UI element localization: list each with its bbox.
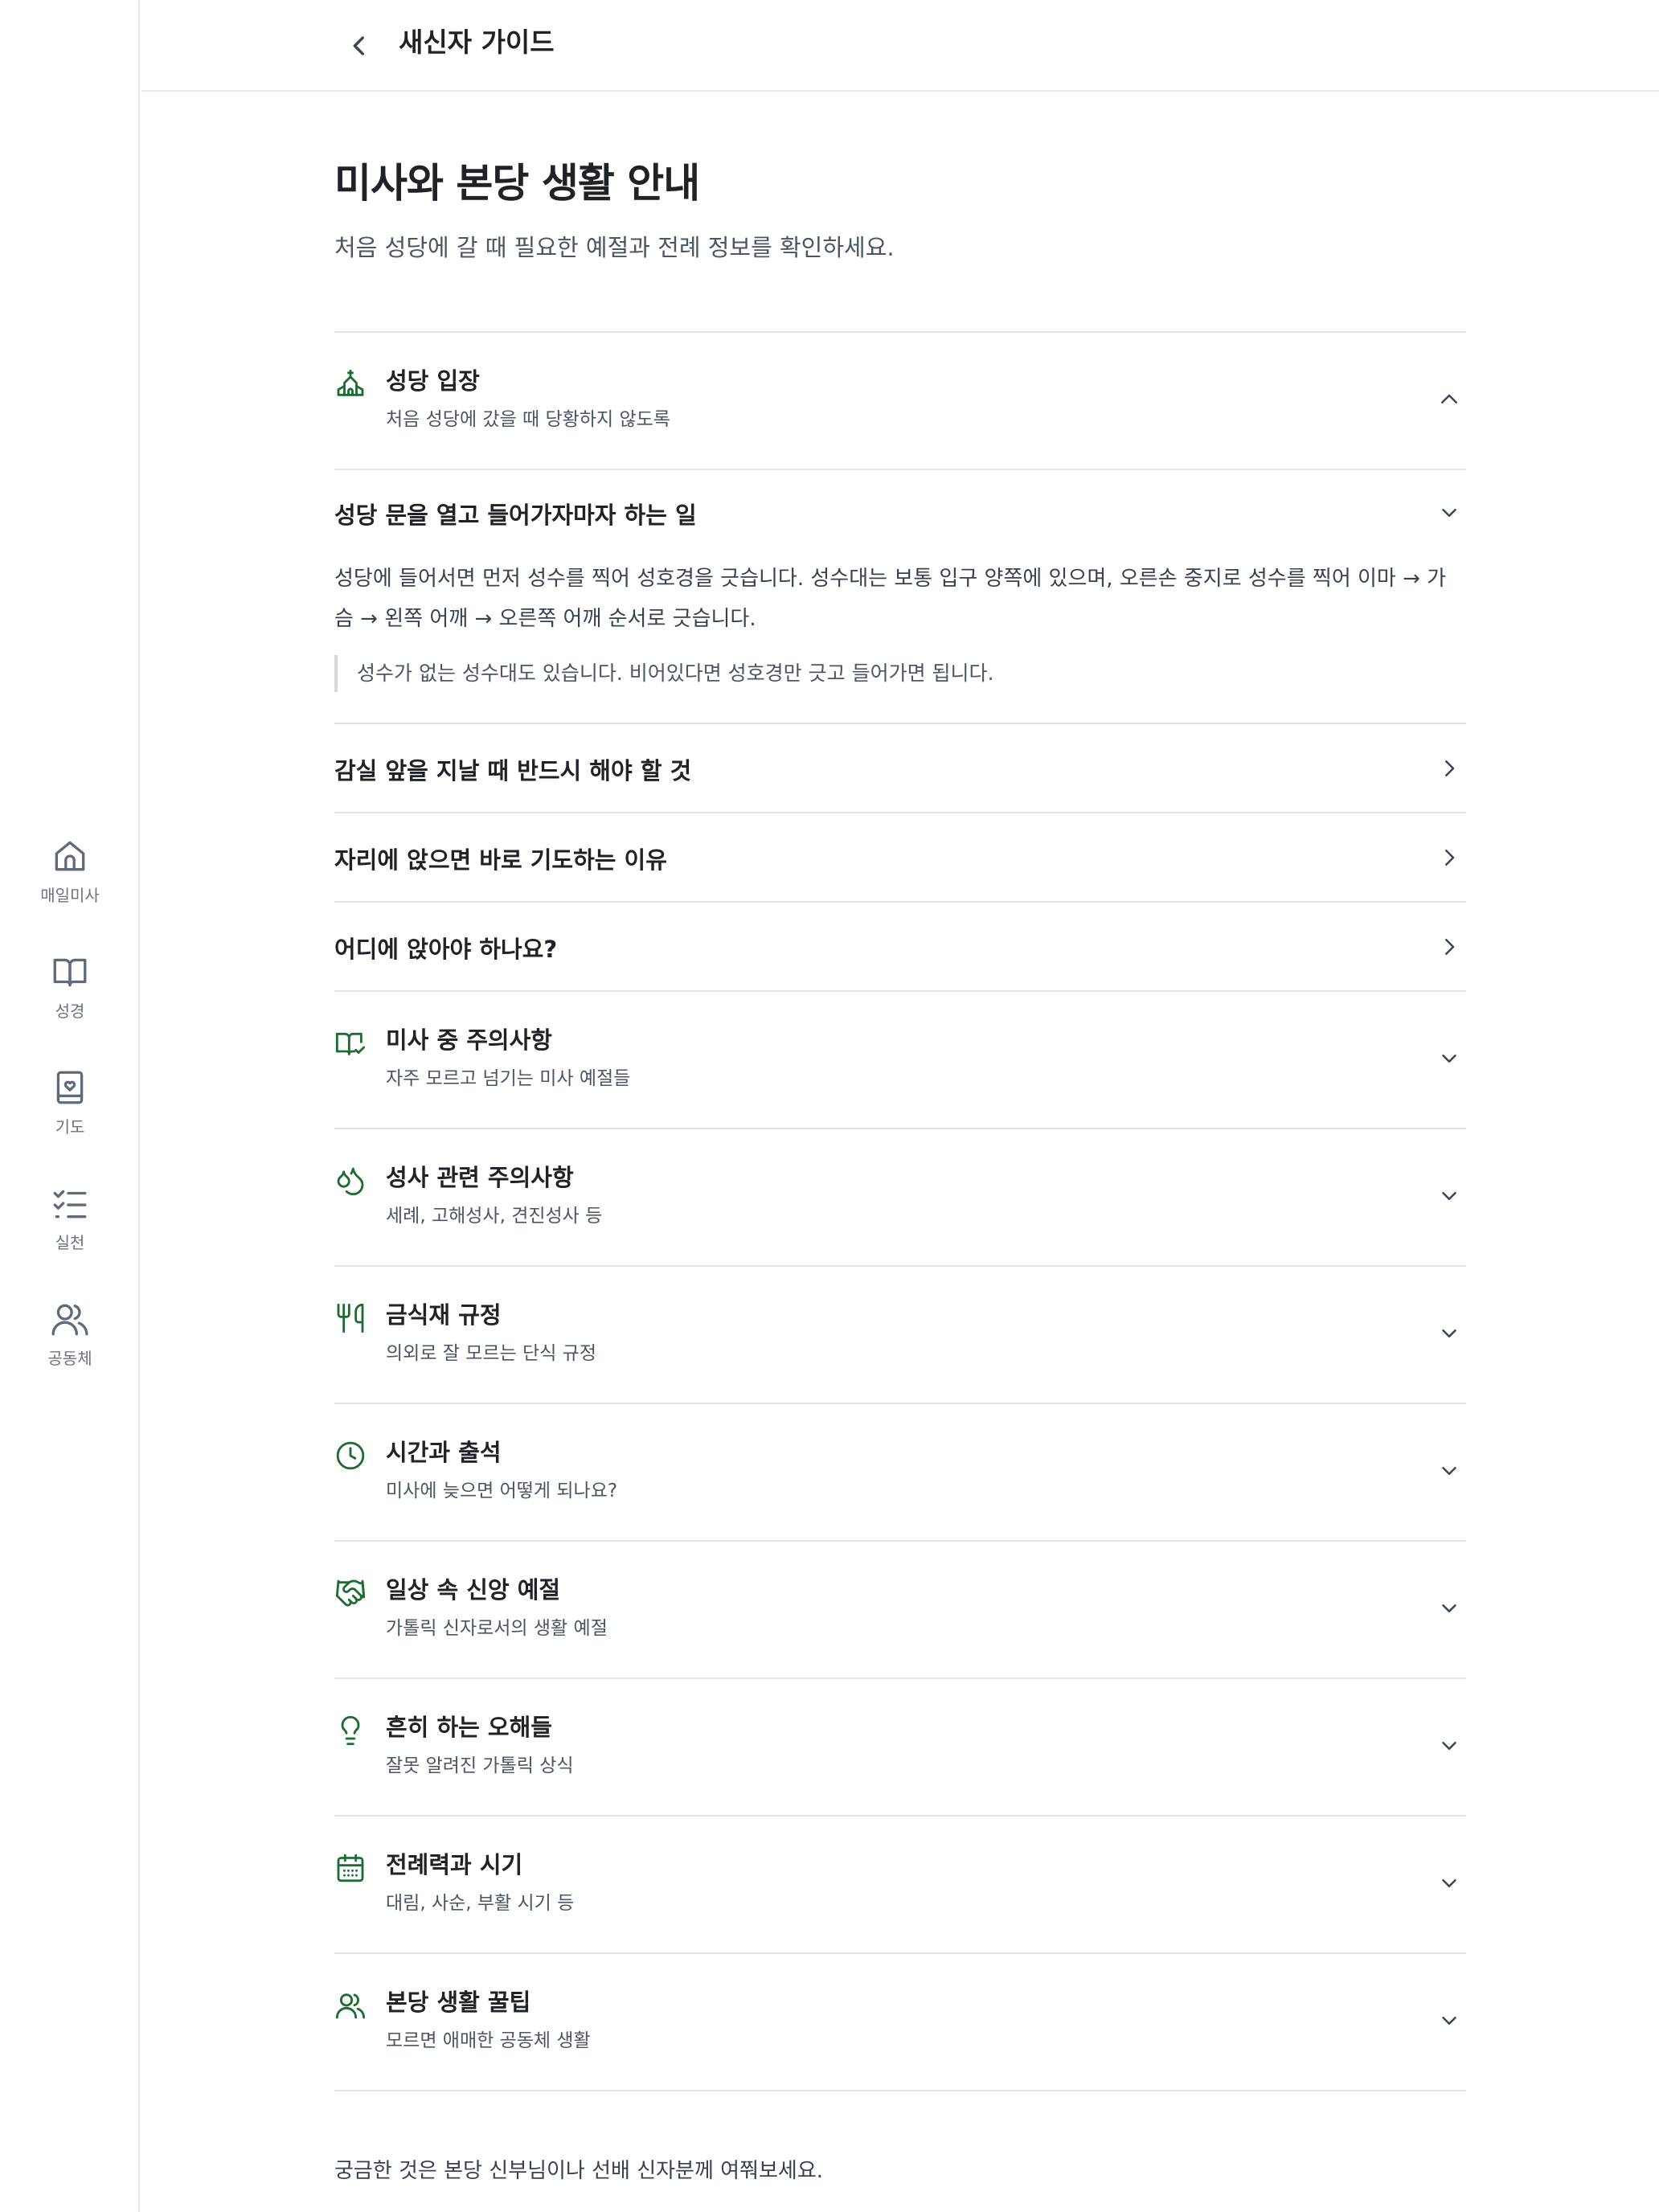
section-description: 미사에 늦으면 어떻게 되나요? bbox=[386, 1481, 618, 1501]
section-description: 모르면 애매한 공동체 생활 bbox=[386, 2030, 591, 2051]
sidebar-item-label: 성경 bbox=[55, 1002, 85, 1021]
sidebar-item-prayer[interactable]: 기도 bbox=[0, 1064, 140, 1180]
chevron-left-icon bbox=[353, 36, 364, 55]
section-title: 전례력과 시기 bbox=[386, 1851, 523, 1878]
sidebar-item-label: 매일미사 bbox=[40, 886, 100, 905]
chevron-down-icon[interactable] bbox=[1437, 501, 1461, 525]
section-title: 일상 속 신앙 예절 bbox=[386, 1576, 561, 1604]
section-description: 의외로 잘 모르는 단식 규정 bbox=[386, 1343, 597, 1364]
section-misconceptions[interactable]: 흔히 하는 오해들 잘못 알려진 가톨릭 상식 bbox=[334, 1679, 1466, 1817]
chevron-down-icon bbox=[1442, 1742, 1456, 1750]
section-daily-etiquette[interactable]: 일상 속 신앙 예절 가톨릭 신자로서의 생활 예절 bbox=[334, 1542, 1466, 1679]
section-title: 성사 관련 주의사항 bbox=[386, 1164, 574, 1191]
page-subtitle: 처음 성당에 갈 때 필요한 예절과 전례 정보를 확인하세요. bbox=[334, 234, 895, 261]
section-description: 처음 성당에 갔을 때 당황하지 않도록 bbox=[386, 409, 670, 430]
sidebar-item-label: 공동체 bbox=[47, 1349, 92, 1368]
section-parish-tips[interactable]: 본당 생활 꿀팁 모르면 애매한 공동체 생활 bbox=[334, 1954, 1466, 2091]
subsection-open: 성당 문을 열고 들어가자마자 하는 일 성당에 들어서면 먼저 성수를 찍어 … bbox=[334, 470, 1466, 724]
section-description: 잘못 알려진 가톨릭 상식 bbox=[386, 1755, 574, 1776]
sidebar-item-daily-mass[interactable]: 매일미사 bbox=[0, 833, 140, 948]
users-icon bbox=[335, 1993, 366, 2019]
sidebar-item-label: 기도 bbox=[55, 1117, 85, 1137]
page-title: 미사와 본당 생활 안내 bbox=[334, 160, 700, 207]
sidebar-item-bible[interactable]: 성경 bbox=[0, 948, 140, 1064]
section-title: 미사 중 주의사항 bbox=[386, 1026, 552, 1054]
subsection-title: 감실 앞을 지날 때 반드시 해야 할 것 bbox=[334, 757, 692, 784]
sidebar-item-label: 실천 bbox=[55, 1233, 85, 1252]
footer-note: 궁금한 것은 본당 신부님이나 선배 신자분께 여쭤보세요. bbox=[334, 2159, 824, 2183]
subsection-item[interactable]: 어디에 앉아야 하나요? bbox=[334, 903, 1466, 992]
section-time-attendance[interactable]: 시간과 출석 미사에 늦으면 어떻게 되나요? bbox=[334, 1404, 1466, 1542]
section-title: 흔히 하는 오해들 bbox=[386, 1714, 552, 1741]
calendar-icon bbox=[337, 1854, 364, 1882]
church-icon bbox=[337, 369, 364, 396]
section-description: 세례, 고해성사, 견진성사 등 bbox=[386, 1206, 603, 1227]
top-bar: 새신자 가이드 bbox=[141, 0, 1659, 92]
section-title: 금식재 규정 bbox=[386, 1301, 502, 1329]
handshake-icon bbox=[335, 1579, 366, 1607]
section-title: 시간과 출석 bbox=[386, 1439, 502, 1466]
subsection-title: 어디에 앉아야 하나요? bbox=[334, 936, 558, 963]
utensils-icon bbox=[337, 1303, 364, 1333]
chevron-right-icon bbox=[1445, 939, 1455, 955]
users-icon bbox=[51, 1304, 88, 1336]
section-church-entry[interactable]: 성당 입장 처음 성당에 갔을 때 당황하지 않도록 bbox=[334, 333, 1466, 470]
section-title: 성당 입장 bbox=[386, 367, 480, 395]
book-icon bbox=[53, 958, 87, 987]
subsection-item[interactable]: 자리에 앉으면 바로 기도하는 이유 bbox=[334, 813, 1466, 903]
subsection-note: 성수가 없는 성수대도 있습니다. 비어있다면 성호경만 긋고 들어가면 됩니다… bbox=[334, 655, 993, 692]
chevron-down-icon bbox=[1442, 1329, 1456, 1337]
sidebar-nav: 매일미사 성경 기도 실천 공동체 bbox=[0, 833, 140, 1411]
chevron-right-icon bbox=[1445, 850, 1455, 866]
chevron-down-icon bbox=[1442, 1055, 1456, 1063]
chevron-down-icon bbox=[1442, 1192, 1456, 1200]
clock-icon bbox=[336, 1441, 365, 1470]
chevron-down-icon bbox=[1442, 1467, 1456, 1475]
subsection-item[interactable]: 감실 앞을 지날 때 반드시 해야 할 것 bbox=[334, 724, 1466, 813]
subsection-title[interactable]: 성당 문을 열고 들어가자마자 하는 일 bbox=[334, 499, 697, 531]
section-liturgical-calendar[interactable]: 전례력과 시기 대림, 사순, 부활 시기 등 bbox=[334, 1817, 1466, 1954]
section-description: 자주 모르고 넘기는 미사 예절들 bbox=[386, 1068, 631, 1089]
sidebar-item-community[interactable]: 공동체 bbox=[0, 1296, 140, 1411]
chevron-right-icon bbox=[1445, 760, 1455, 776]
droplets-icon bbox=[337, 1167, 364, 1196]
chevron-down-icon bbox=[1442, 2017, 1456, 2025]
section-sacraments[interactable]: 성사 관련 주의사항 세례, 고해성사, 견진성사 등 bbox=[334, 1129, 1466, 1267]
guide-section-list: 성당 입장 처음 성당에 갔을 때 당황하지 않도록 성당 문을 열고 들어가자… bbox=[334, 331, 1466, 2091]
section-title: 본당 생활 꿀팁 bbox=[386, 1989, 531, 2016]
book-check-icon bbox=[335, 1032, 366, 1055]
section-description: 가톨릭 신자로서의 생활 예절 bbox=[386, 1618, 608, 1639]
sidebar-item-practice[interactable]: 실천 bbox=[0, 1180, 140, 1296]
subsection-title: 자리에 앉으면 바로 기도하는 이유 bbox=[334, 846, 667, 874]
prayer-book-icon bbox=[56, 1071, 84, 1104]
section-description: 대림, 사순, 부활 시기 등 bbox=[386, 1893, 575, 1914]
checklist-icon bbox=[53, 1190, 87, 1219]
section-fasting[interactable]: 금식재 규정 의외로 잘 모르는 단식 규정 bbox=[334, 1267, 1466, 1404]
subsection-body: 성당에 들어서면 먼저 성수를 찍어 성호경을 긋습니다. 성수대는 보통 입구… bbox=[334, 567, 1447, 631]
chevron-down-icon bbox=[1442, 1879, 1456, 1887]
chevron-down-icon bbox=[1442, 1604, 1456, 1612]
back-button[interactable] bbox=[339, 26, 379, 66]
chevron-up-icon bbox=[1441, 394, 1457, 403]
sidebar: 매일미사 성경 기도 실천 공동체 bbox=[0, 0, 140, 2212]
page-header-title: 새신자 가이드 bbox=[399, 27, 555, 58]
lightbulb-icon bbox=[341, 1715, 360, 1746]
section-mass-etiquette[interactable]: 미사 중 주의사항 자주 모르고 넘기는 미사 예절들 bbox=[334, 992, 1466, 1129]
home-icon bbox=[55, 841, 85, 871]
